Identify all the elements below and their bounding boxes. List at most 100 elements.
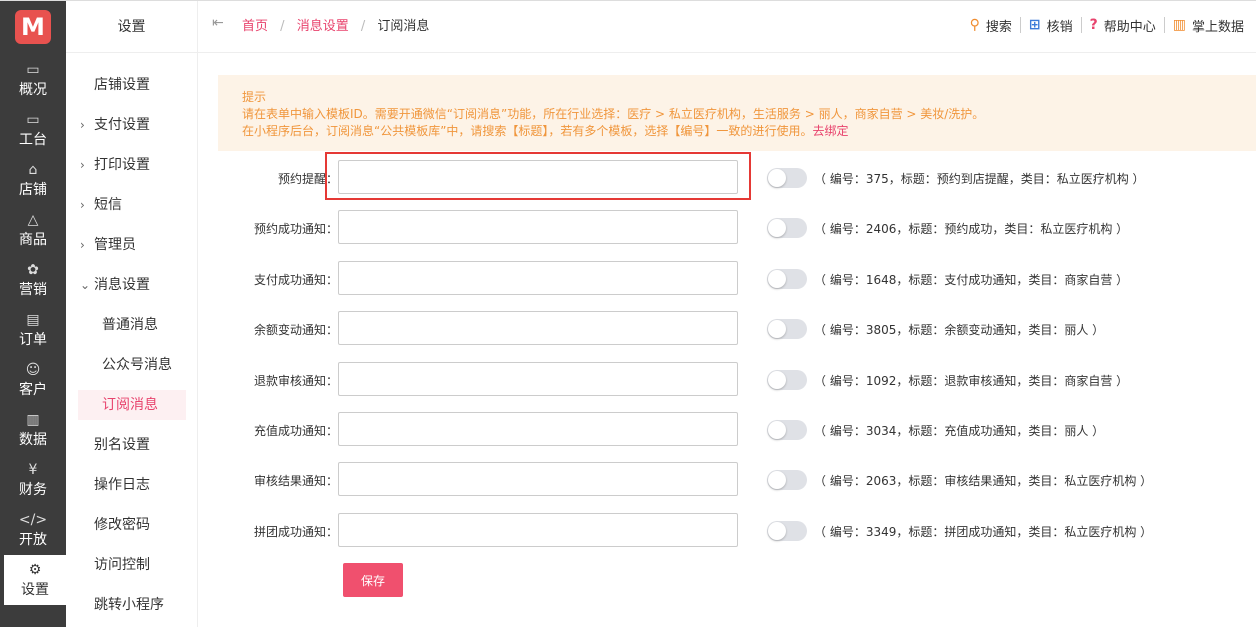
subnav-item-label: 普通消息 bbox=[102, 317, 158, 333]
template-note: （ 编号：3349，标题：拼团成功通知，类目：私立医疗机构 ） bbox=[814, 524, 1153, 539]
subnav-item[interactable]: › 短信 bbox=[66, 185, 198, 225]
subnav-list: 店铺设置 › 支付设置 › 打印设置 › 短信 › 管理员 ⌄ 消息设置 普通消息 公众号消息 订阅消息别… bbox=[66, 65, 198, 625]
breadcrumb-separator: / bbox=[280, 19, 285, 34]
subnav-child-item[interactable]: 普通消息 bbox=[66, 305, 198, 345]
user-icon: ☺ bbox=[25, 361, 41, 378]
subnav-item-label: 别名设置 bbox=[94, 437, 150, 453]
subnav-item-label: 店铺设置 bbox=[94, 77, 150, 93]
template-note: （ 编号：375，标题：预约到店提醒，类目：私立医疗机构 ） bbox=[814, 172, 1145, 186]
rail-item-4[interactable]: ✿ 营销 bbox=[0, 255, 66, 305]
chevron-right-icon: › bbox=[80, 118, 85, 132]
form-row: 余额变动通知： （ 编号：3805，标题：余额变动通知，类目：丽人 ） bbox=[208, 311, 1256, 361]
template-id-input[interactable] bbox=[338, 260, 738, 295]
main-nav-rail: M ▭ 概况 ▭ 工台 ⌂ 店铺 △ 商品 ✿ 营销 ▤ 订单 ☺ 客户 ▥ 数据 ¥ 财务 </> 开放 ⚙ 设置 bbox=[0, 1, 66, 627]
subnav-item[interactable]: 修改密码 bbox=[66, 505, 198, 545]
enable-toggle[interactable] bbox=[767, 319, 807, 340]
rail-item-label: 订单 bbox=[19, 331, 47, 348]
rail-item-5[interactable]: ▤ 订单 bbox=[0, 305, 66, 355]
template-id-input[interactable] bbox=[338, 512, 738, 547]
collapse-menu-icon[interactable]: ⇤ bbox=[212, 15, 224, 31]
form-row: 审核结果通知： （ 编号：2063，标题：审核结果通知，类目：私立医疗机构 ） bbox=[208, 462, 1256, 512]
subnav-child-item[interactable]: 公众号消息 bbox=[66, 345, 198, 385]
form-row: 充值成功通知： （ 编号：3034，标题：充值成功通知，类目：丽人 ） bbox=[208, 411, 1256, 462]
breadcrumb-message-settings[interactable]: 消息设置 bbox=[297, 19, 349, 34]
rail-item-8[interactable]: ¥ 财务 bbox=[0, 455, 66, 505]
field-label: 余额变动通知： bbox=[253, 323, 338, 338]
enable-toggle[interactable] bbox=[767, 369, 807, 390]
subnav-item[interactable]: 操作日志 bbox=[66, 465, 198, 505]
template-note: （ 编号：2406，标题：预约成功，类目：私立医疗机构 ） bbox=[814, 222, 1129, 237]
enable-toggle[interactable] bbox=[767, 520, 807, 541]
rail-item-6[interactable]: ☺ 客户 bbox=[0, 355, 66, 405]
toggle-knob bbox=[768, 269, 786, 288]
rail-item-9[interactable]: </> 开放 bbox=[0, 505, 66, 555]
breadcrumb-separator: / bbox=[360, 19, 366, 34]
toggle-knob bbox=[768, 219, 786, 238]
enable-toggle[interactable] bbox=[767, 218, 807, 239]
tip-line-1: 请在表单中输入模板ID。需要开通微信“订阅消息”功能，所在行业选择：医疗 > 私… bbox=[242, 107, 985, 121]
rail-item-3[interactable]: △ 商品 bbox=[0, 205, 66, 255]
rail-item-label: 客户 bbox=[19, 381, 47, 398]
subnav-item[interactable]: ⌄ 消息设置 bbox=[66, 265, 198, 305]
template-id-input[interactable] bbox=[338, 411, 738, 446]
field-label: 审核结果通知： bbox=[253, 474, 338, 489]
subnav-item-label: 操作日志 bbox=[94, 477, 150, 493]
subnav-item-label: 跳转小程序 bbox=[94, 597, 164, 613]
top-header: ⇤ 首页 / 消息设置 / 订阅消息 ⚲ 搜索 ⊞ 核销? 帮助中心 ▥ 掌上数据 bbox=[198, 1, 1256, 53]
header-tool-0[interactable]: ⚲ 搜索 bbox=[962, 17, 1021, 35]
form-row: 拼团成功通知： （ 编号：3349，标题：拼团成功通知，类目：私立医疗机构 ） bbox=[208, 512, 1256, 563]
subnav-item-label: 打印设置 bbox=[94, 157, 150, 173]
template-id-input[interactable] bbox=[338, 311, 738, 346]
template-id-input[interactable] bbox=[338, 462, 738, 497]
header-tool-2[interactable]: ? 帮助中心 bbox=[1082, 17, 1165, 35]
bind-link[interactable]: 去绑定 bbox=[812, 124, 848, 138]
template-id-input[interactable] bbox=[338, 361, 738, 396]
rail-item-7[interactable]: ▥ 数据 bbox=[0, 405, 66, 455]
toggle-knob bbox=[768, 169, 786, 187]
rail-item-1[interactable]: ▭ 工台 bbox=[0, 105, 66, 155]
rail-item-label: 概况 bbox=[19, 81, 47, 98]
subnav-title: 设置 bbox=[66, 1, 197, 53]
subnav-item[interactable]: 跳转小程序 bbox=[66, 585, 198, 625]
subnav-item[interactable]: 别名设置 bbox=[66, 425, 198, 465]
enable-toggle[interactable] bbox=[767, 470, 807, 491]
subnav-item[interactable]: 店铺设置 bbox=[66, 65, 198, 105]
store-icon: ⌂ bbox=[28, 161, 38, 178]
help-icon: ? bbox=[1089, 17, 1098, 33]
subnav-item[interactable]: › 管理员 bbox=[66, 225, 198, 265]
enable-toggle[interactable] bbox=[767, 268, 807, 289]
settings-subnav: 设置 店铺设置 › 支付设置 › 打印设置 › 短信 › 管理员 ⌄ 消息设置 普通消息 公众号消息 订阅… bbox=[66, 1, 198, 627]
save-button[interactable]: 保存 bbox=[343, 563, 403, 597]
enable-toggle[interactable] bbox=[767, 419, 807, 440]
field-label: 支付成功通知： bbox=[253, 272, 338, 287]
form-row: 预约成功通知： （ 编号：2406，标题：预约成功，类目：私立医疗机构 ） bbox=[208, 210, 1256, 260]
finance-icon: ¥ bbox=[28, 461, 38, 478]
field-label: 预约成功通知： bbox=[253, 222, 338, 237]
main-nav: ▭ 概况 ▭ 工台 ⌂ 店铺 △ 商品 ✿ 营销 ▤ 订单 ☺ 客户 ▥ 数据 ¥ 财务 </> 开放 ⚙ 设置 bbox=[0, 55, 66, 605]
header-tool-label: 搜索 bbox=[985, 19, 1012, 35]
subnav-child-item[interactable]: 订阅消息 bbox=[78, 390, 186, 420]
rail-item-10[interactable]: ⚙ 设置 bbox=[4, 555, 66, 605]
highlight-box bbox=[325, 152, 751, 200]
subnav-item-label: 支付设置 bbox=[94, 117, 150, 133]
rail-item-0[interactable]: ▭ 概况 bbox=[0, 55, 66, 105]
bag-icon: △ bbox=[27, 211, 39, 228]
breadcrumb-home[interactable]: 首页 bbox=[242, 19, 268, 34]
header-tool-3[interactable]: ▥ 掌上数据 bbox=[1165, 17, 1252, 35]
subnav-item-label: 公众号消息 bbox=[102, 357, 172, 373]
enable-toggle[interactable] bbox=[767, 168, 807, 188]
header-tools: ⚲ 搜索 ⊞ 核销? 帮助中心 ▥ 掌上数据 bbox=[962, 17, 1252, 35]
subnav-item[interactable]: 访问控制 bbox=[66, 545, 198, 585]
rail-item-label: 开放 bbox=[19, 531, 47, 548]
template-note: （ 编号：2063，标题：审核结果通知，类目：私立医疗机构 ） bbox=[814, 474, 1153, 489]
template-note: （ 编号：3034，标题：充值成功通知，类目：丽人 ） bbox=[814, 423, 1105, 438]
header-tool-1[interactable]: ⊞ 核销 bbox=[1021, 17, 1082, 35]
subnav-item[interactable]: › 支付设置 bbox=[66, 105, 198, 145]
template-id-input[interactable] bbox=[338, 210, 738, 245]
app-logo[interactable]: M bbox=[0, 1, 66, 53]
rail-item-label: 设置 bbox=[21, 581, 49, 598]
subnav-item[interactable]: › 打印设置 bbox=[66, 145, 198, 185]
rail-item-2[interactable]: ⌂ 店铺 bbox=[0, 155, 66, 205]
field-label: 退款审核通知： bbox=[253, 373, 338, 388]
rail-item-label: 工台 bbox=[19, 131, 47, 148]
